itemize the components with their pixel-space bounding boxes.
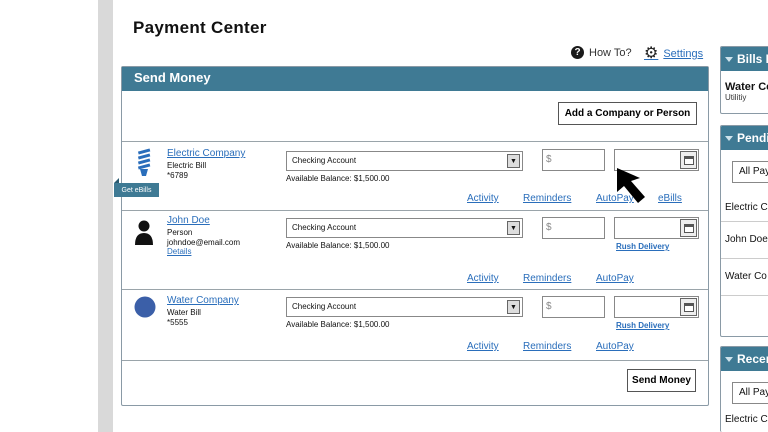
pending-item[interactable]: Electric C [721, 195, 768, 221]
gear-icon: ⚙ [644, 45, 659, 62]
bills-due-card: Bills D Water Co Utilitiy [720, 46, 768, 114]
account-select-value: Checking Account [292, 156, 357, 165]
pending-item[interactable]: John Doe [721, 222, 768, 258]
send-money-panel: Send Money Add a Company or Person Elect… [121, 66, 709, 406]
activity-link[interactable]: Activity [467, 341, 499, 352]
autopay-link[interactable]: AutoPay [596, 341, 634, 352]
left-rail [98, 0, 113, 432]
payee-name[interactable]: Water Company [167, 295, 239, 306]
recent-filter-select[interactable]: All Pay [732, 382, 768, 404]
calendar-icon[interactable] [680, 219, 697, 237]
payee-type: Electric Bill [167, 161, 207, 170]
add-company-button[interactable]: Add a Company or Person [558, 102, 697, 125]
pending-header[interactable]: Pendi [721, 126, 768, 150]
recent-card: Recen All Pay Electric C [720, 346, 768, 432]
pending-item[interactable]: Water Co [721, 259, 768, 295]
reminders-link[interactable]: Reminders [523, 273, 571, 284]
payee-row-water: Water Company Water Bill *5555 Checking … [122, 290, 708, 360]
account-select-value: Checking Account [292, 302, 357, 311]
how-to-link[interactable]: ? How To? [571, 46, 632, 59]
payee-type: Person [167, 228, 193, 237]
available-balance: Available Balance: $1,500.00 [286, 241, 390, 250]
calendar-icon[interactable] [680, 151, 697, 169]
recent-item[interactable]: Electric C [721, 414, 768, 425]
payee-type: Water Bill [167, 308, 201, 317]
bills-due-title: Bills D [737, 52, 768, 66]
dropdown-arrow-icon: ▼ [507, 221, 520, 235]
settings-label: Settings [663, 48, 704, 60]
rush-delivery-link[interactable]: Rush Delivery [616, 321, 669, 330]
payee-name[interactable]: John Doe [167, 215, 210, 226]
divider [721, 295, 768, 296]
pending-card: Pendi All Pay Electric C John Doe Water … [720, 125, 768, 337]
arrow-cursor-icon [617, 168, 645, 203]
reminders-link[interactable]: Reminders [523, 341, 571, 352]
divider [122, 360, 708, 361]
available-balance: Available Balance: $1,500.00 [286, 174, 390, 183]
pending-title: Pendi [737, 131, 768, 145]
account-select-value: Checking Account [292, 223, 357, 232]
send-money-button[interactable]: Send Money [627, 369, 696, 392]
activity-link[interactable]: Activity [467, 273, 499, 284]
recent-title: Recen [737, 352, 768, 366]
available-balance: Available Balance: $1,500.00 [286, 320, 390, 329]
settings-link[interactable]: ⚙ Settings [644, 46, 703, 62]
account-select[interactable]: Checking Account ▼ [286, 297, 523, 317]
person-icon [134, 219, 154, 250]
autopay-link[interactable]: AutoPay [596, 273, 634, 284]
date-input[interactable] [614, 217, 699, 239]
payee-row-person: John Doe Person johndoe@email.com Detail… [122, 211, 708, 289]
collapse-icon [725, 356, 733, 362]
amount-input[interactable]: $ [542, 217, 605, 239]
rush-delivery-link[interactable]: Rush Delivery [616, 242, 669, 251]
collapse-icon [725, 135, 733, 141]
ebills-link[interactable]: eBills [658, 193, 682, 204]
date-input[interactable] [614, 296, 699, 318]
amount-input[interactable]: $ [542, 296, 605, 318]
collapse-icon [725, 56, 733, 62]
calendar-icon[interactable] [680, 298, 697, 316]
dropdown-arrow-icon: ▼ [507, 154, 520, 168]
get-ebills-tag[interactable]: Get eBills [114, 178, 159, 197]
bills-due-item-sub: Utilitiy [725, 93, 747, 102]
amount-input[interactable]: $ [542, 149, 605, 171]
account-select[interactable]: Checking Account ▼ [286, 151, 523, 171]
how-to-label: How To? [589, 46, 632, 59]
reminders-link[interactable]: Reminders [523, 193, 571, 204]
account-select[interactable]: Checking Account ▼ [286, 218, 523, 238]
payee-account: *5555 [167, 318, 188, 327]
activity-link[interactable]: Activity [467, 193, 499, 204]
lightbulb-icon [134, 148, 154, 183]
water-company-icon [134, 296, 156, 323]
recent-header[interactable]: Recen [721, 347, 768, 371]
pending-filter-select[interactable]: All Pay [732, 161, 768, 183]
payee-name[interactable]: Electric Company [167, 148, 245, 159]
bills-due-header[interactable]: Bills D [721, 47, 768, 71]
send-money-header: Send Money [122, 67, 708, 91]
help-icon: ? [571, 46, 584, 59]
bills-due-item-name[interactable]: Water Co [721, 81, 768, 93]
dropdown-arrow-icon: ▼ [507, 300, 520, 314]
page-title: Payment Center [133, 18, 267, 37]
details-link[interactable]: Details [167, 247, 191, 256]
payee-account: *6789 [167, 171, 188, 180]
payee-email: johndoe@email.com [167, 238, 241, 247]
